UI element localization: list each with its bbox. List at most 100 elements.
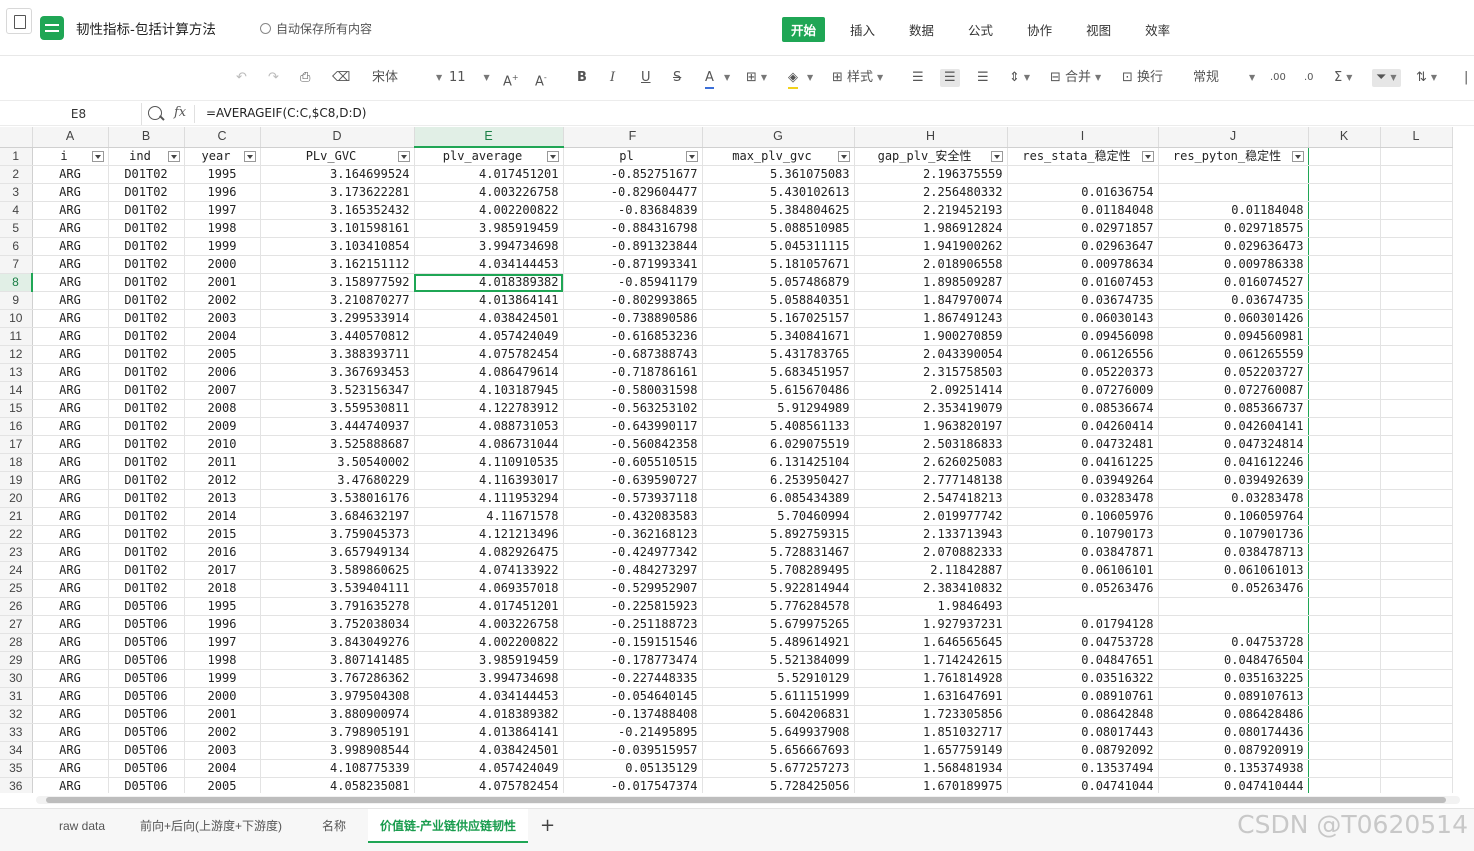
cell[interactable]: 1.900270859 — [854, 327, 1008, 346]
cell[interactable]: 3.165352432 — [260, 201, 415, 220]
cell[interactable] — [1007, 597, 1159, 616]
cell[interactable]: 0.04732481 — [1007, 435, 1159, 454]
cell[interactable]: 3.367693453 — [260, 363, 415, 382]
cell[interactable]: 3.388393711 — [260, 345, 415, 364]
cell[interactable]: 4.057424049 — [414, 759, 564, 778]
cell[interactable]: 3.158977592 — [260, 273, 415, 292]
cell[interactable] — [1308, 561, 1381, 580]
column-header[interactable]: K — [1308, 127, 1381, 148]
cell[interactable]: 3.767286362 — [260, 669, 415, 688]
cell[interactable]: -0.580031598 — [563, 381, 703, 400]
cell[interactable]: 5.489614921 — [702, 633, 855, 652]
sheet-grid[interactable]: ABCDEFGHIJKL 1 i ind year PLv_GVC plv_average… — [0, 127, 1474, 793]
cell[interactable]: D05T06 — [108, 597, 185, 616]
cell[interactable]: 6.131425104 — [702, 453, 855, 472]
cell[interactable]: 4.075782454 — [414, 345, 564, 364]
cell[interactable]: 6.029075519 — [702, 435, 855, 454]
cell[interactable]: 5.728425056 — [702, 777, 855, 793]
cell[interactable]: D01T02 — [108, 435, 185, 454]
cell[interactable]: D01T02 — [108, 417, 185, 436]
cell[interactable]: 1999 — [184, 669, 261, 688]
cell[interactable]: 3.791635278 — [260, 597, 415, 616]
cell[interactable]: 4.086731044 — [414, 435, 564, 454]
cell[interactable] — [1308, 597, 1381, 616]
cell[interactable]: D01T02 — [108, 579, 185, 598]
cell[interactable]: 1995 — [184, 165, 261, 184]
cell[interactable]: ARG — [32, 273, 109, 292]
cell[interactable]: ARG — [32, 471, 109, 490]
cell[interactable] — [1308, 489, 1381, 508]
cell[interactable]: ARG — [32, 417, 109, 436]
cell[interactable]: 1996 — [184, 183, 261, 202]
cell[interactable]: 6.253950427 — [702, 471, 855, 490]
cell[interactable]: 1.761814928 — [854, 669, 1008, 688]
select-all-corner[interactable] — [0, 127, 33, 148]
cell[interactable]: 5.521384099 — [702, 651, 855, 670]
cell[interactable]: 2.11842887 — [854, 561, 1008, 580]
cell[interactable]: -0.718786161 — [563, 363, 703, 382]
cell[interactable] — [1308, 435, 1381, 454]
cell[interactable]: D01T02 — [108, 237, 185, 256]
cell[interactable]: 0.094560981 — [1158, 327, 1309, 346]
cell[interactable]: -0.039515957 — [563, 741, 703, 760]
row-header[interactable]: 4 — [0, 201, 33, 220]
cell[interactable]: 0.08910761 — [1007, 687, 1159, 706]
column-header[interactable]: A — [32, 127, 109, 148]
row-header[interactable]: 24 — [0, 561, 33, 580]
increase-decimal-icon[interactable]: .00 — [1270, 69, 1286, 87]
cell[interactable]: 4.057424049 — [414, 327, 564, 346]
row-header[interactable]: 30 — [0, 669, 33, 688]
cell[interactable]: -0.852751677 — [563, 165, 703, 184]
cell[interactable]: 4.108775339 — [260, 759, 415, 778]
cell[interactable]: 0.08536674 — [1007, 399, 1159, 418]
cell[interactable]: -0.137488408 — [563, 705, 703, 724]
cell[interactable]: 0.060301426 — [1158, 309, 1309, 328]
cell[interactable]: 2002 — [184, 723, 261, 742]
align-center-icon[interactable]: ☰ — [940, 69, 960, 87]
cell[interactable]: 3.173622281 — [260, 183, 415, 202]
cell[interactable]: 3.299533914 — [260, 309, 415, 328]
cell[interactable]: 3.525888687 — [260, 435, 415, 454]
cell[interactable]: 0.009786338 — [1158, 255, 1309, 274]
cell[interactable] — [1308, 255, 1381, 274]
cell[interactable]: 0.080174436 — [1158, 723, 1309, 742]
cell[interactable]: 2.315758503 — [854, 363, 1008, 382]
font-name-select[interactable]: 宋体 ▼ — [372, 69, 442, 87]
cell[interactable]: 2008 — [184, 399, 261, 418]
cell[interactable] — [1380, 615, 1453, 634]
cell[interactable]: 4.116393017 — [414, 471, 564, 490]
cell[interactable]: D01T02 — [108, 453, 185, 472]
cell[interactable]: 5.728831467 — [702, 543, 855, 562]
cell[interactable] — [1308, 705, 1381, 724]
row-header[interactable]: 1 — [0, 147, 33, 166]
cell[interactable]: 0.04260414 — [1007, 417, 1159, 436]
cell[interactable]: 3.444740937 — [260, 417, 415, 436]
cell[interactable]: ARG — [32, 561, 109, 580]
cell[interactable]: 2.256480332 — [854, 183, 1008, 202]
cell[interactable] — [1380, 669, 1453, 688]
chevron-down-icon[interactable]: ▼ — [803, 69, 813, 87]
cell[interactable]: -0.560842358 — [563, 435, 703, 454]
cell[interactable]: 2011 — [184, 453, 261, 472]
cell[interactable]: 1.9846493 — [854, 597, 1008, 616]
format-painter-icon[interactable]: ⎙ — [300, 69, 310, 87]
cell[interactable] — [1380, 183, 1453, 202]
cell[interactable]: D01T02 — [108, 489, 185, 508]
cell[interactable] — [1308, 543, 1381, 562]
cell[interactable]: 3.539404111 — [260, 579, 415, 598]
cell[interactable]: 4.013864141 — [414, 291, 564, 310]
filter-dropdown-icon[interactable] — [990, 150, 1003, 162]
cell[interactable]: -0.605510515 — [563, 453, 703, 472]
cell[interactable]: ARG — [32, 597, 109, 616]
cell[interactable]: 3.684632197 — [260, 507, 415, 526]
cell[interactable]: 0.135374938 — [1158, 759, 1309, 778]
cell[interactable]: D05T06 — [108, 705, 185, 724]
cell[interactable] — [1380, 471, 1453, 490]
cell[interactable]: 0.052203727 — [1158, 363, 1309, 382]
redo-icon[interactable]: ↷ — [268, 69, 279, 87]
cell[interactable]: 2.626025083 — [854, 453, 1008, 472]
cell[interactable] — [1380, 525, 1453, 544]
cell[interactable]: 5.431783765 — [702, 345, 855, 364]
cell[interactable] — [1308, 291, 1381, 310]
cell[interactable]: 4.018389382 — [414, 273, 564, 292]
